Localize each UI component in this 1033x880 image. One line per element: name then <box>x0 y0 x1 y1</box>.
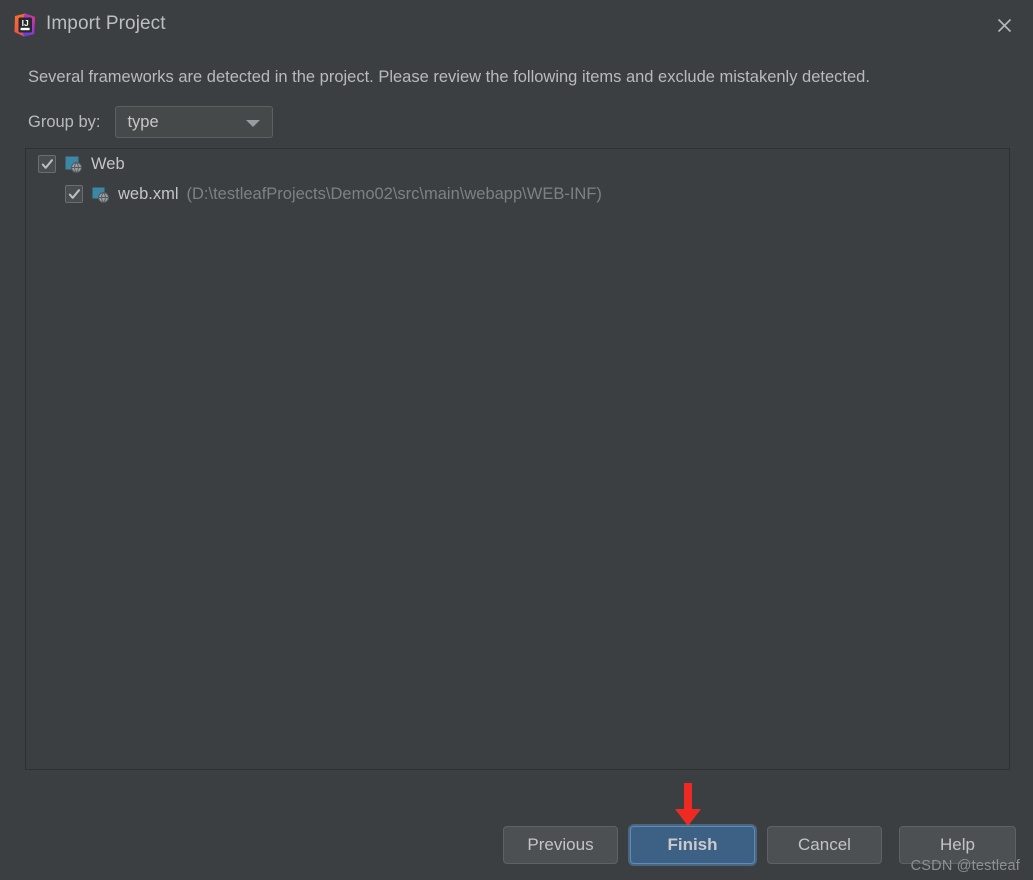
checkbox-web-xml[interactable] <box>65 185 83 203</box>
finish-button[interactable]: Finish <box>630 826 755 864</box>
red-down-arrow-icon <box>672 783 704 827</box>
web-module-icon <box>65 156 82 173</box>
tree-node-label: Web <box>91 154 125 173</box>
web-xml-icon <box>92 186 109 203</box>
window-title: Import Project <box>46 13 166 34</box>
group-by-select[interactable]: type <box>115 106 274 138</box>
chevron-down-icon <box>246 120 261 127</box>
close-icon[interactable] <box>989 10 1019 40</box>
watermark: CSDN @testleaf <box>910 858 1020 874</box>
svg-text:IJ: IJ <box>22 18 29 28</box>
detected-frameworks-panel[interactable]: Web web.xml (D:\testleafProjects\Demo02\… <box>25 148 1010 770</box>
intellij-idea-icon: IJ <box>12 12 38 38</box>
title-bar: IJ Import Project <box>0 0 1033 48</box>
tree-row[interactable]: Web <box>26 149 1009 179</box>
checkbox-web[interactable] <box>38 155 56 173</box>
group-by-row: Group by: type <box>28 106 274 138</box>
tree-node-path: (D:\testleafProjects\Demo02\src\main\web… <box>186 184 602 203</box>
tree-row[interactable]: web.xml (D:\testleafProjects\Demo02\src\… <box>26 179 1009 209</box>
tree-node-label: web.xml <box>118 184 179 203</box>
cancel-button[interactable]: Cancel <box>767 826 882 864</box>
group-by-label: Group by: <box>28 112 101 131</box>
dialog-description: Several frameworks are detected in the p… <box>28 68 870 86</box>
previous-button[interactable]: Previous <box>503 826 618 864</box>
dialog-button-bar: Previous Finish Cancel Help <box>0 826 1033 868</box>
group-by-value: type <box>127 112 159 131</box>
